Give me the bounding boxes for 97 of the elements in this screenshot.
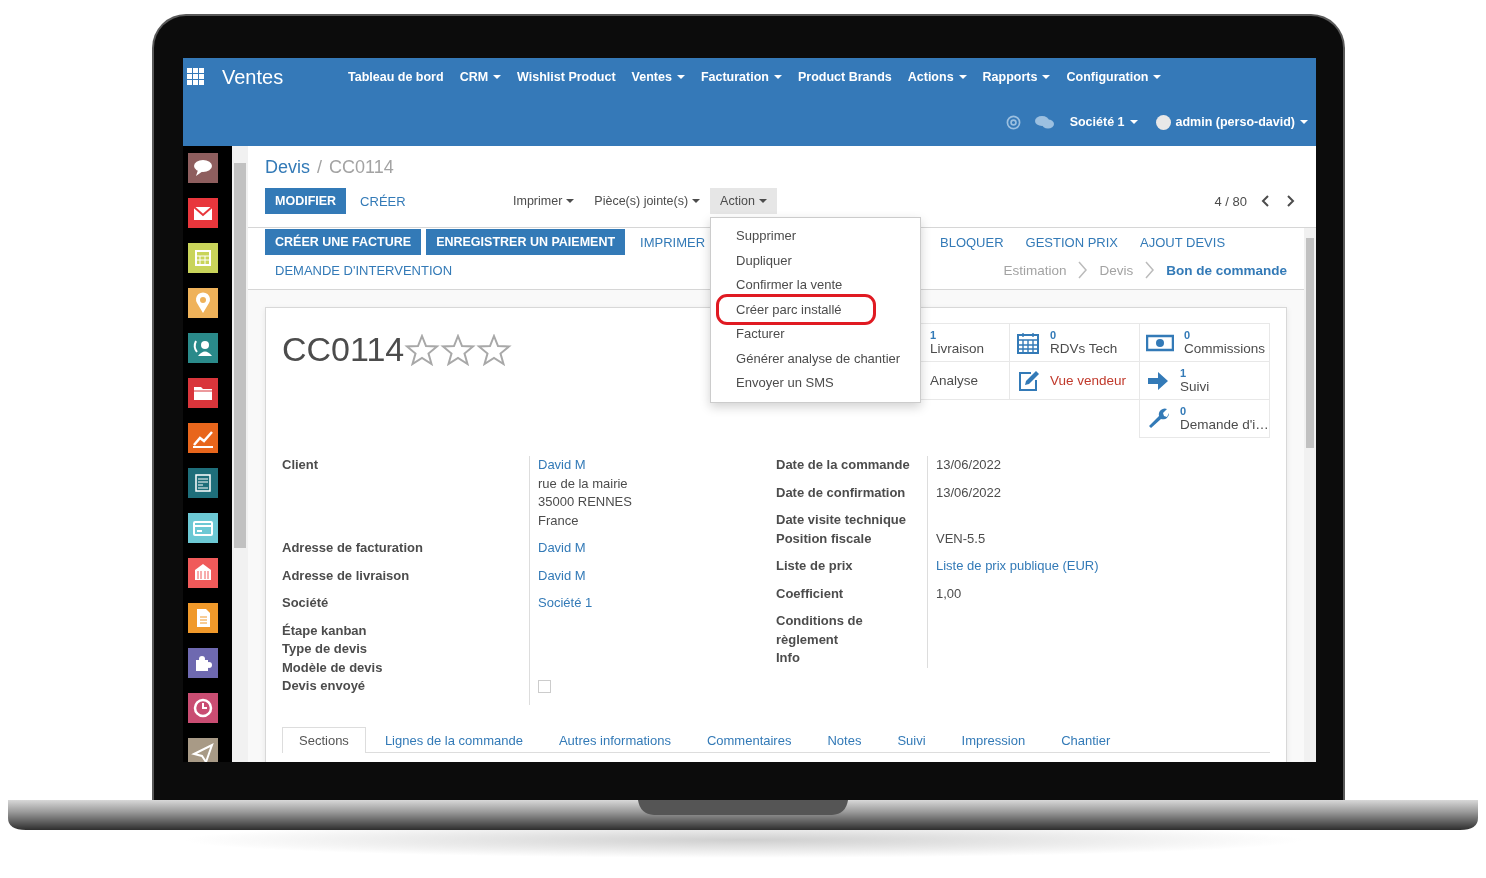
header-button[interactable]: GESTION PRIX	[1014, 229, 1130, 255]
field-link[interactable]: Liste de prix publique (EUR)	[936, 557, 1099, 576]
breadcrumb-link[interactable]: Devis	[265, 156, 310, 178]
chevron-icon	[1145, 261, 1155, 279]
header-button[interactable]: CRÉER UNE FACTURE	[265, 229, 422, 255]
address-line: France	[538, 511, 579, 530]
chevron-icon	[1078, 261, 1088, 279]
dropdown-button[interactable]: Action	[710, 188, 777, 214]
apps-grid-icon[interactable]	[187, 68, 205, 86]
field-label: Modèle de devis	[282, 658, 384, 677]
field-value: 1,00	[936, 584, 962, 603]
clock-icon[interactable]	[188, 693, 218, 723]
mail-icon[interactable]	[188, 198, 218, 228]
field-label: Conditions de règlement	[776, 612, 864, 649]
chat-icon[interactable]	[188, 153, 218, 183]
field-value: 13/06/2022	[936, 483, 1002, 502]
checkbox[interactable]	[538, 680, 551, 693]
create-button[interactable]: CRÉER	[350, 188, 416, 214]
contact-icon[interactable]	[188, 333, 218, 363]
status-stage[interactable]: Estimation	[1003, 262, 1067, 278]
menu-item[interactable]: CRM	[451, 70, 510, 84]
header-button[interactable]: AJOUT DEVIS	[1129, 229, 1237, 255]
menu-item[interactable]: Actions	[899, 70, 975, 84]
tab[interactable]: Autres informations	[541, 726, 688, 753]
smart-button[interactable]: 0 Commissions	[1139, 323, 1270, 362]
field-label: Client	[282, 456, 320, 474]
field-label: Info	[776, 649, 801, 667]
address-line: rue de la mairie	[538, 474, 628, 493]
chart-icon[interactable]	[188, 423, 218, 453]
scrollbar[interactable]	[232, 146, 248, 762]
field-label: Date de la commande	[776, 456, 911, 474]
card-icon[interactable]	[188, 513, 218, 543]
chat-icon[interactable]	[1034, 114, 1054, 130]
field-label: Devis envoyé	[282, 677, 367, 695]
edit-button[interactable]: MODIFIER	[265, 188, 347, 214]
menu-item[interactable]: Ventes	[623, 70, 693, 84]
dropdown-button[interactable]: Pièce(s) jointe(s)	[584, 188, 711, 214]
field-label: Adresse de livraison	[282, 566, 411, 585]
menu-item[interactable]: Product Brands	[790, 70, 900, 84]
tab[interactable]: Lignes de la commande	[367, 726, 540, 753]
field-label: Position fiscale	[776, 529, 873, 548]
field-label: Date visite technique	[776, 511, 908, 529]
field-link[interactable]: David M	[538, 566, 586, 585]
paper-plane-icon[interactable]	[188, 738, 218, 762]
pager-value: 4 / 80	[1214, 193, 1247, 209]
field-label: Type de devis	[282, 640, 368, 658]
dropdown-button[interactable]: Imprimer	[503, 188, 585, 214]
folder-icon[interactable]	[188, 378, 218, 408]
header-button[interactable]: DEMANDE D'INTERVENTION	[265, 257, 463, 283]
calendar-icon	[1016, 330, 1040, 355]
field-link[interactable]: Société 1	[538, 594, 593, 613]
menu-item[interactable]: Wishlist Product	[509, 70, 624, 84]
company-switcher[interactable]: Société 1	[1067, 115, 1140, 129]
record-title: CC0114	[282, 329, 405, 369]
tab[interactable]: Sections	[282, 726, 366, 753]
field-label: Étape kanban	[282, 621, 368, 640]
document-icon[interactable]	[188, 603, 218, 633]
status-stage[interactable]: Bon de commande	[1166, 262, 1287, 278]
tab[interactable]: Commentaires	[689, 726, 809, 753]
map-pin-icon[interactable]	[188, 288, 218, 318]
tab[interactable]: Notes	[810, 726, 879, 753]
field-link[interactable]: David M	[538, 539, 586, 558]
field-label: Liste de prix	[776, 557, 854, 575]
smart-button[interactable]: 0 Demande d'i…	[1139, 399, 1270, 438]
menu-item[interactable]: Tableau de bord	[340, 70, 452, 84]
banknote-icon	[1146, 332, 1174, 353]
field-link[interactable]: David M	[538, 456, 586, 475]
breadcrumb-separator: /	[317, 156, 323, 178]
tab[interactable]: Chantier	[1044, 726, 1128, 753]
building-icon[interactable]	[188, 558, 218, 588]
menu-item[interactable]: Configuration	[1058, 70, 1170, 84]
app-title: Ventes	[222, 65, 285, 89]
star-icon[interactable]	[404, 334, 441, 366]
breadcrumb-current: CC0114	[329, 156, 394, 178]
star-icon[interactable]	[476, 334, 513, 366]
menu-option[interactable]: Confirmer la vente	[711, 273, 921, 298]
status-stage[interactable]: Devis	[1099, 262, 1134, 278]
address-line: 35000 RENNES	[538, 493, 632, 511]
field-value: VEN-5.5	[936, 529, 986, 548]
star-icon[interactable]	[440, 334, 477, 366]
calendar-icon[interactable]	[188, 243, 218, 273]
field-label: Coefficient	[776, 584, 845, 603]
menu-item[interactable]: Facturation	[692, 70, 790, 84]
field-value: 13/06/2022	[936, 456, 1002, 474]
header-button[interactable]: BLOQUER	[929, 229, 1015, 255]
edit-icon	[1016, 368, 1040, 393]
scrollbar[interactable]	[1304, 228, 1316, 762]
field-label: Adresse de facturation	[282, 539, 424, 557]
user-menu[interactable]: admin (perso-david)	[1153, 114, 1310, 130]
newspaper-icon[interactable]	[188, 468, 218, 498]
tab[interactable]: Suivi	[880, 726, 943, 753]
header-button[interactable]: ENREGISTRER UN PAIEMENT	[426, 229, 626, 255]
field-label: Société	[282, 594, 330, 612]
puzzle-icon[interactable]	[188, 648, 218, 678]
tab[interactable]: Impression	[944, 726, 1043, 753]
field-label: Date de confirmation	[776, 483, 907, 502]
menu-item[interactable]: Rapports	[974, 70, 1059, 84]
